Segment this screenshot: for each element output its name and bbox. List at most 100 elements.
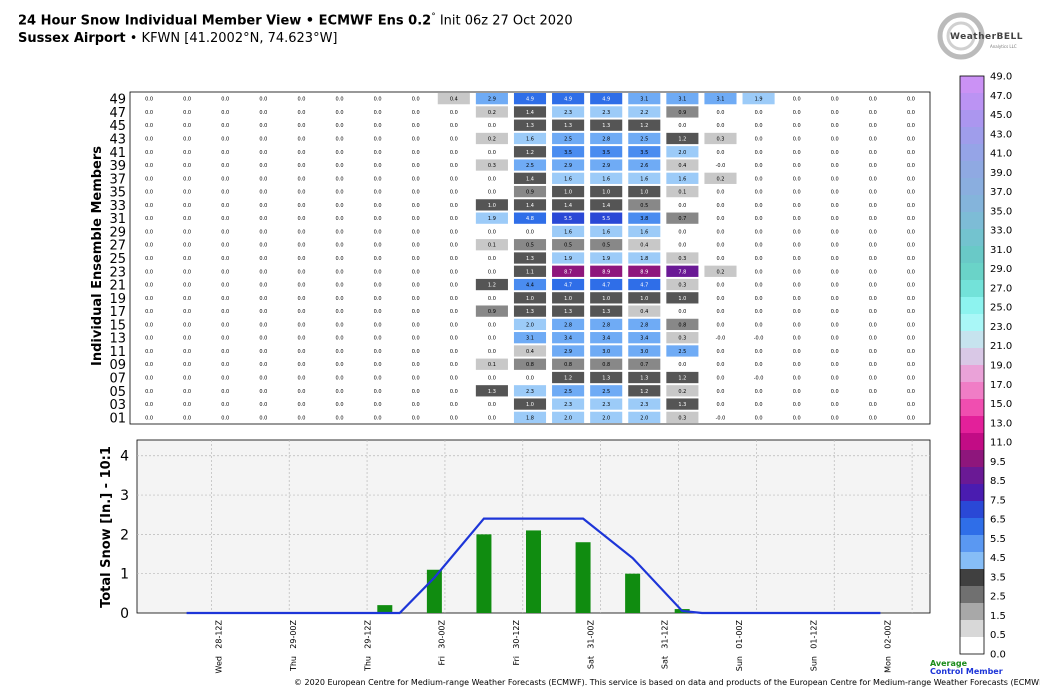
matrix-value: 0.0 (183, 322, 191, 328)
matrix-value: 0.0 (374, 336, 382, 342)
matrix-value: 0.0 (869, 190, 877, 196)
matrix-value: 2.3 (564, 110, 572, 116)
matrix-value: 0.0 (183, 216, 191, 222)
matrix-value: 0.0 (755, 243, 763, 249)
matrix-value: 3.4 (564, 336, 572, 342)
legend-control-member: Control Member (930, 667, 1003, 676)
matrix-value: 0.0 (869, 296, 877, 302)
matrix-value: 0.0 (716, 322, 724, 328)
matrix-value: -0.0 (716, 163, 726, 169)
matrix-value: 0.0 (716, 362, 724, 368)
matrix-value: 0.0 (374, 296, 382, 302)
matrix-value: 0.0 (450, 296, 458, 302)
matrix-value: 0.0 (145, 203, 153, 209)
matrix-value: 0.0 (831, 97, 839, 103)
matrix-value: 0.0 (412, 322, 420, 328)
matrix-value: 0.0 (831, 150, 839, 156)
matrix-value: 0.0 (831, 123, 839, 129)
matrix-value: 2.8 (564, 322, 572, 328)
matrix-value: 1.6 (602, 176, 610, 182)
matrix-value: 0.0 (221, 150, 229, 156)
matrix-value: 2.0 (564, 415, 572, 421)
colorbar-label: 1.5 (990, 611, 1006, 622)
matrix-value: 0.0 (145, 376, 153, 382)
matrix-value: 0.0 (336, 269, 344, 275)
matrix-value: 0.0 (145, 176, 153, 182)
matrix-value: 0.0 (221, 362, 229, 368)
matrix-value: 0.0 (221, 110, 229, 116)
matrix-value: 0.0 (450, 415, 458, 421)
matrix-value: 2.5 (678, 349, 686, 355)
matrix-value: 1.0 (564, 296, 572, 302)
matrix-value: 3.1 (640, 97, 648, 103)
matrix-value: 0.0 (336, 203, 344, 209)
matrix-value: 0.0 (259, 190, 267, 196)
matrix-value: 1.6 (640, 229, 648, 235)
matrix-value: 0.0 (374, 123, 382, 129)
matrix-value: 0.0 (145, 309, 153, 315)
matrix-value: 0.0 (450, 163, 458, 169)
matrix-value: 0.0 (793, 349, 801, 355)
x-tick-label: 30-12Z (512, 619, 521, 648)
matrix-value: 0.0 (793, 229, 801, 235)
matrix-value: 0.0 (374, 243, 382, 249)
matrix-value: 0.0 (297, 402, 305, 408)
matrix-value: 0.0 (831, 402, 839, 408)
matrix-value: 0.0 (755, 402, 763, 408)
matrix-value: 8.9 (640, 269, 648, 275)
average-bar (526, 530, 541, 613)
matrix-value: 0.0 (374, 176, 382, 182)
matrix-value: 0.0 (297, 136, 305, 142)
matrix-value: 1.6 (602, 229, 610, 235)
matrix-value: 0.0 (678, 229, 686, 235)
matrix-value: 2.5 (564, 136, 572, 142)
matrix-value: 0.0 (259, 322, 267, 328)
matrix-value: 0.0 (907, 256, 915, 262)
matrix-value: 0.0 (755, 309, 763, 315)
matrix-value: 0.0 (183, 309, 191, 315)
matrix-value: 0.0 (259, 389, 267, 395)
matrix-value: 0.0 (297, 256, 305, 262)
matrix-value: 0.0 (374, 190, 382, 196)
matrix-value: 0.0 (793, 136, 801, 142)
matrix-value: 0.0 (297, 216, 305, 222)
matrix-value: 1.6 (526, 136, 534, 142)
matrix-value: 0.0 (412, 110, 420, 116)
matrix-value: 0.0 (831, 309, 839, 315)
average-bar (377, 605, 393, 613)
colorbar-label: 7.5 (990, 495, 1006, 506)
matrix-value: 0.0 (831, 110, 839, 116)
matrix-value: 0.0 (259, 136, 267, 142)
matrix-value: 0.2 (716, 176, 724, 182)
matrix-value: 0.0 (221, 322, 229, 328)
colorbar-swatch (960, 569, 984, 587)
matrix-value: 0.0 (412, 256, 420, 262)
matrix-value: 0.0 (793, 336, 801, 342)
matrix-value: 0.0 (831, 163, 839, 169)
matrix-value: 0.0 (488, 190, 496, 196)
matrix-value: 0.0 (793, 123, 801, 129)
matrix-value: 0.0 (755, 203, 763, 209)
matrix-value: 4.9 (564, 97, 572, 103)
matrix-value: 3.5 (602, 150, 610, 156)
matrix-value: 0.0 (869, 163, 877, 169)
matrix-value: 1.0 (640, 296, 648, 302)
matrix-value: 0.0 (145, 123, 153, 129)
matrix-value: 4.7 (640, 283, 648, 289)
matrix-value: 0.0 (450, 190, 458, 196)
matrix-value: 3.5 (564, 150, 572, 156)
matrix-value: 0.0 (259, 415, 267, 421)
matrix-value: 0.0 (793, 402, 801, 408)
matrix-value: 0.0 (793, 110, 801, 116)
matrix-value: 0.0 (374, 362, 382, 368)
colorbar-label: 8.5 (990, 476, 1006, 487)
matrix-value: 0.0 (755, 362, 763, 368)
matrix-value: 2.3 (640, 402, 648, 408)
matrix-value: 0.0 (259, 150, 267, 156)
matrix-value: 0.1 (488, 243, 496, 249)
matrix-value: 0.1 (678, 190, 686, 196)
matrix-value: 2.0 (602, 415, 610, 421)
matrix-value: 1.6 (564, 229, 572, 235)
matrix-value: 0.0 (336, 176, 344, 182)
matrix-value: 0.0 (450, 110, 458, 116)
